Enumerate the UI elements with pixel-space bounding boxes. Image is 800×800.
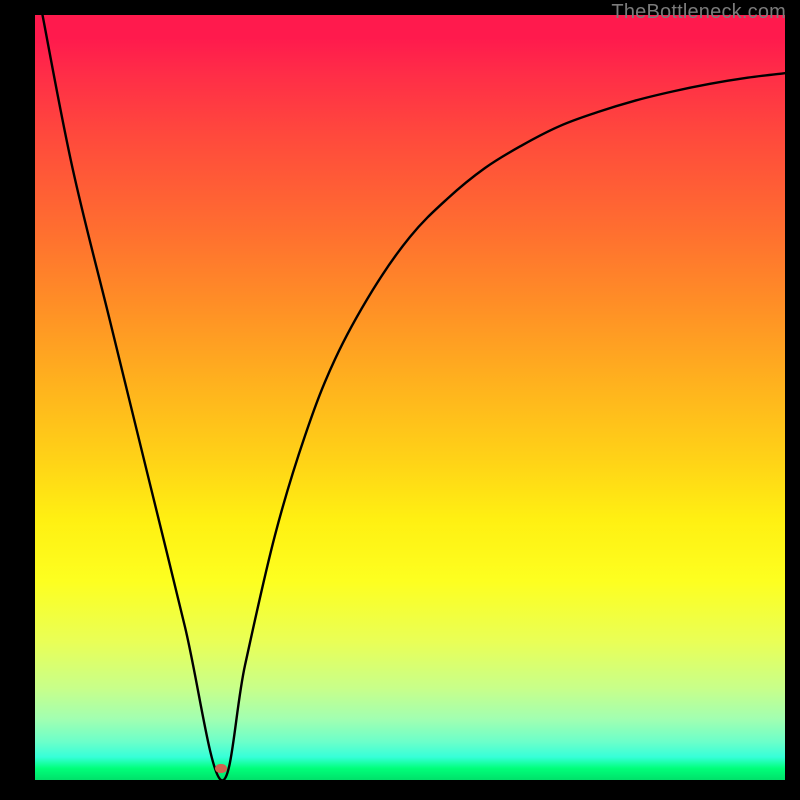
chart-frame: TheBottleneck.com <box>0 0 800 800</box>
watermark-text: TheBottleneck.com <box>611 1 786 24</box>
minimum-marker <box>215 764 227 773</box>
curve-svg <box>35 15 785 780</box>
bottleneck-curve-path <box>43 15 786 780</box>
plot-area <box>35 15 785 780</box>
